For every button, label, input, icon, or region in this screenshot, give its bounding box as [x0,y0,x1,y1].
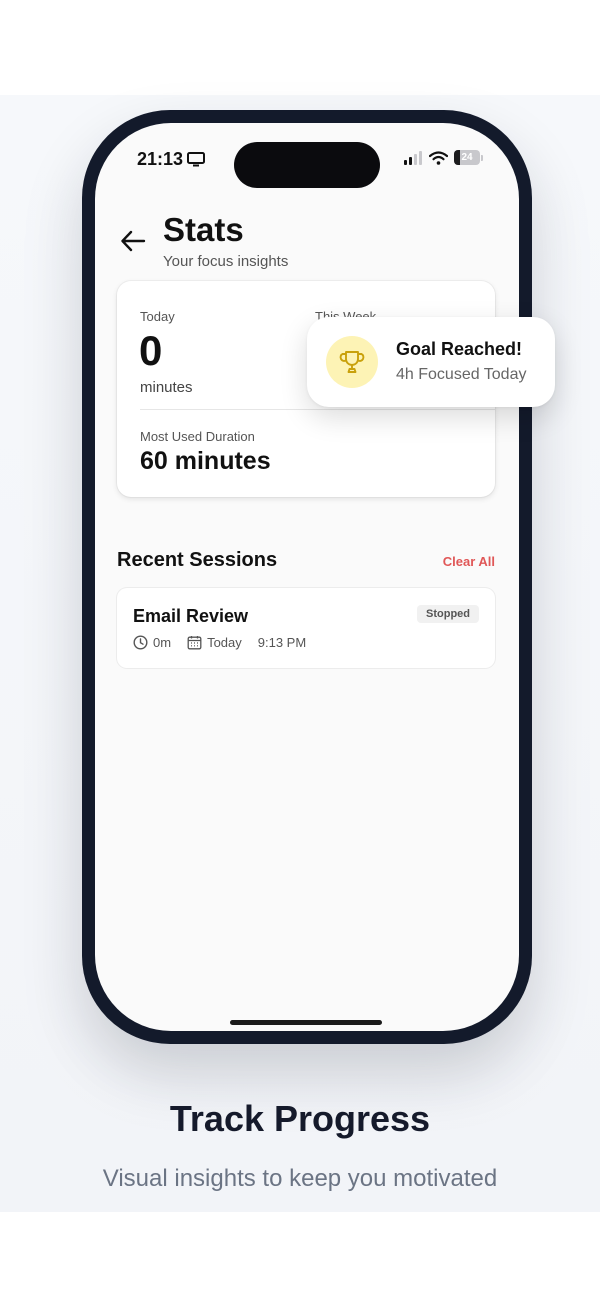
today-label: Today [140,309,175,324]
promo-tagline: Visual insights to keep you motivated [102,1165,498,1192]
back-button[interactable] [119,227,147,255]
goal-reached-toast[interactable]: Goal Reached! 4h Focused Today [307,317,555,407]
toast-title: Goal Reached! [396,339,523,359]
trophy-icon [339,351,365,373]
status-time: 21:13 [137,149,184,169]
session-duration-text: 0m [153,635,172,650]
phone-frame: 21:13 24 Stats Your focus insights Today… [82,110,532,1044]
most-used-label: Most Used Duration [140,429,255,444]
page-title: Stats [163,211,244,248]
session-day-text: Today [207,635,242,650]
battery-cap [481,154,483,161]
toast-subtitle: 4h Focused Today [396,366,527,383]
arrow-left-icon [121,230,146,252]
session-card[interactable]: Email Review Stopped 0m Today 9:13 PM [117,588,495,668]
battery-icon: 24 [454,150,480,165]
phone-screen: 21:13 24 Stats Your focus insights Today… [95,123,519,1031]
session-time: 9:13 PM [257,635,307,650]
session-day: Today [187,635,242,650]
page-subtitle: Your focus insights [163,253,289,270]
promo-headline: Track Progress [169,1098,431,1139]
dynamic-island [234,142,380,188]
battery-fill [454,150,461,165]
status-badge: Stopped [417,605,479,623]
session-title: Email Review [133,606,249,626]
today-unit: minutes [140,379,193,396]
today-value: 0 [139,327,163,374]
cellular-signal-icon [404,150,422,165]
session-duration: 0m [133,635,171,650]
clear-all-button[interactable]: Clear All [443,554,495,569]
session-meta: 0m Today 9:13 PM [133,635,306,650]
calendar-icon [187,636,202,650]
clock-icon [133,635,148,650]
trophy-badge [326,336,378,388]
home-indicator[interactable] [230,1020,382,1025]
status-indicators: 24 [403,150,483,165]
wifi-icon [429,150,448,165]
most-used-value: 60 minutes [140,447,271,475]
monitor-icon [187,152,205,167]
recent-sessions-title: Recent Sessions [117,549,278,571]
card-divider [140,409,495,410]
battery-percent: 24 [461,152,473,163]
